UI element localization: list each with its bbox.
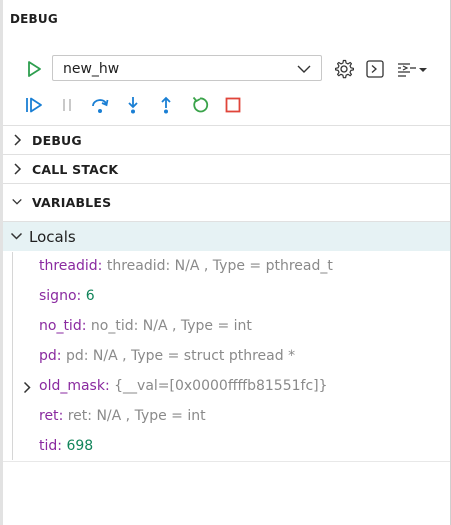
variable-value: threadid: N/A , Type = pthread_t <box>106 258 333 274</box>
variable-row[interactable]: signo: 6 <box>3 282 450 312</box>
variable-value: ret: N/A , Type = int <box>67 408 206 424</box>
variable-row-expandable[interactable]: old_mask: {__val=[0x0000ffffb81551fc]} <box>3 372 450 402</box>
variable-value: no_tid: N/A , Type = int <box>90 318 252 334</box>
variable-separator: : <box>56 348 66 364</box>
variable-row[interactable]: no_tid: no_tid: N/A , Type = int <box>3 312 450 342</box>
step-into-icon[interactable] <box>124 96 142 114</box>
play-icon[interactable] <box>26 60 42 78</box>
scope-locals[interactable]: Locals <box>3 222 450 251</box>
variable-row[interactable]: pd: pd: N/A , Type = struct pthread * <box>3 342 450 372</box>
divider <box>3 183 450 184</box>
chevron-down-icon <box>297 65 311 73</box>
variable-name: old_mask <box>39 378 105 394</box>
launch-config-select[interactable]: new_hw <box>52 55 322 81</box>
section-call-stack-header[interactable]: CALL STACK <box>3 155 450 183</box>
chevron-right-icon <box>14 134 22 146</box>
section-call-stack-label: CALL STACK <box>32 162 119 177</box>
launch-config-value: new_hw <box>63 61 120 77</box>
scope-locals-label: Locals <box>29 228 76 246</box>
section-debug-header[interactable]: DEBUG <box>3 126 450 154</box>
variable-value: {__val=[0x0000ffffb81551fc]} <box>114 378 328 394</box>
variable-separator: : <box>81 318 91 334</box>
stop-icon[interactable] <box>224 96 242 114</box>
variable-row[interactable]: tid: 698 <box>3 432 450 462</box>
restart-icon[interactable] <box>191 96 209 114</box>
variable-separator: : <box>104 378 115 394</box>
variable-name: no_tid <box>39 318 82 334</box>
continue-icon[interactable] <box>25 96 43 114</box>
section-variables-header[interactable]: VARIABLES <box>3 188 450 216</box>
variable-name: threadid <box>39 258 98 274</box>
variable-separator: : <box>76 288 86 304</box>
chevron-down-icon <box>12 198 22 205</box>
variable-row[interactable]: threadid: threadid: N/A , Type = pthread… <box>3 252 450 282</box>
step-out-icon[interactable] <box>157 96 175 114</box>
variable-row[interactable]: ret: ret: N/A , Type = int <box>3 402 450 432</box>
pause-icon[interactable] <box>58 96 76 114</box>
terminal-icon[interactable] <box>366 60 384 78</box>
variable-name: ret <box>39 408 59 424</box>
divider <box>3 461 450 462</box>
variable-name: pd <box>39 348 57 364</box>
chevron-right-icon <box>14 163 22 175</box>
launch-configuration-bar: new_hw <box>0 55 451 83</box>
debug-toolbar <box>0 96 451 116</box>
list-menu-icon[interactable] <box>396 60 428 78</box>
variable-name: tid <box>39 438 58 454</box>
variable-separator: : <box>58 408 68 424</box>
variable-value: 698 <box>66 438 94 454</box>
gear-icon[interactable] <box>334 59 354 79</box>
chevron-down-icon <box>10 232 23 240</box>
variable-value: pd: N/A , Type = struct pthread * <box>65 348 296 364</box>
panel-title: DEBUG <box>10 12 58 26</box>
section-variables-label: VARIABLES <box>32 195 112 210</box>
chevron-right-icon[interactable] <box>22 381 32 394</box>
section-debug-label: DEBUG <box>32 133 82 148</box>
variable-separator: : <box>97 258 107 274</box>
variable-value: 6 <box>85 288 95 304</box>
step-over-icon[interactable] <box>91 96 109 114</box>
variable-name: signo <box>39 288 77 304</box>
